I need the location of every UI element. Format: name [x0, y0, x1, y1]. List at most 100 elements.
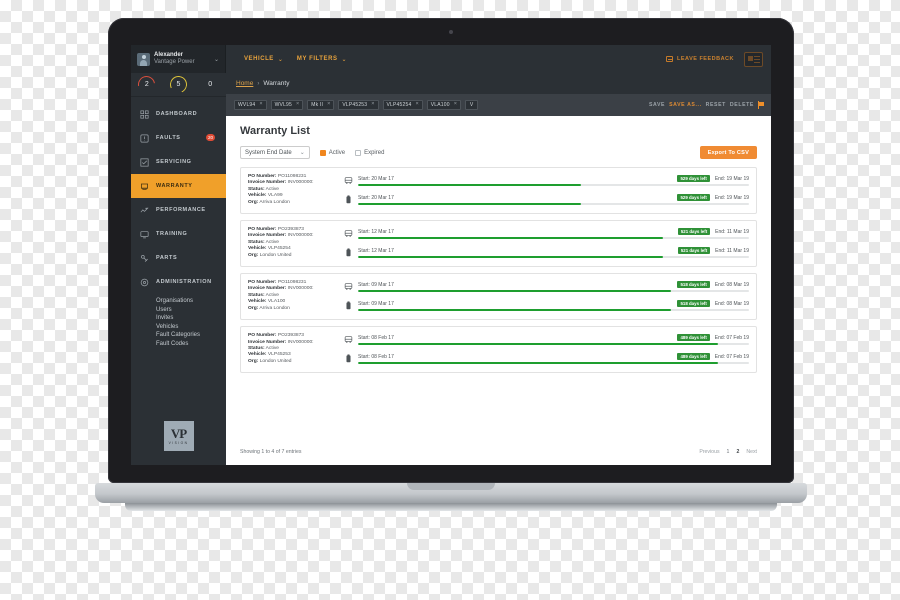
progress-body: Start: 09 Mar 17 518 days left End: 08 Mar…	[358, 300, 749, 312]
export-to-csv-button[interactable]: Export To CSV	[699, 146, 757, 159]
sidebar-subitem-fault-codes[interactable]: Fault Codes	[156, 340, 226, 349]
flag-icon[interactable]	[758, 101, 765, 109]
sort-select[interactable]: System End Date ⌄	[240, 146, 310, 159]
warranty-end-date: End: 08 Mar 19	[714, 300, 749, 307]
list-toolbar: System End Date ⌄ Active Expired Export …	[240, 146, 757, 159]
filter-expired-label: Expired	[364, 149, 385, 156]
days-left-badge: 518 days left	[677, 281, 710, 289]
progress-body: Start: 12 Mar 17 521 days left End: 11 Mar…	[358, 228, 749, 240]
sidebar-item-performance[interactable]: PERFORMANCE	[131, 198, 226, 222]
close-icon[interactable]: ×	[415, 102, 418, 108]
warranty-end-group: 521 days left End: 11 Mar 19	[677, 228, 749, 236]
filter-tag[interactable]: Mk II ×	[307, 100, 335, 110]
sidebar-item-dashboard[interactable]: DASHBOARD	[131, 102, 226, 126]
filter-tag[interactable]: VLA100 ×	[426, 100, 461, 110]
filter-tag-label: VLA100	[430, 102, 450, 108]
pagination-previous[interactable]: Previous	[699, 449, 719, 455]
chevron-down-icon: ⌄	[299, 150, 305, 156]
filter-tag-more[interactable]: V	[464, 100, 479, 110]
menu-my-filters[interactable]: MY FILTERS ⌄	[297, 56, 347, 63]
warranty-vehicle-label: Vehicle:	[248, 352, 267, 358]
sidebar-item-training[interactable]: TRAINING	[131, 222, 226, 246]
top-bar: Alexander Vantage Power ⌄ VEHICLE ⌄ MY F…	[131, 45, 771, 73]
warranty-vehicle-value: VLP45253	[267, 352, 291, 358]
sidebar-subitem-fault-categories[interactable]: Fault Categories	[156, 331, 226, 340]
progress-labels: Start: 09 Mar 17 518 days left End: 08 Mar…	[358, 281, 749, 289]
pagination-next[interactable]: Next	[746, 449, 757, 455]
sidebar-subitem-vehicles[interactable]: Vehicles	[156, 323, 226, 332]
close-icon[interactable]: ×	[454, 102, 457, 108]
warranty-organisation-label: Org:	[248, 252, 259, 258]
sidebar-item-faults[interactable]: FAULTS 20	[131, 126, 226, 150]
close-icon[interactable]: ×	[371, 102, 374, 108]
save-as-filter-button[interactable]: SAVE AS...	[669, 102, 702, 108]
pagination: Previous 1 2 Next	[699, 449, 757, 455]
progress-body: Start: 09 Mar 17 518 days left End: 08 Mar…	[358, 281, 749, 293]
warranty-vehicle-label: Vehicle:	[248, 193, 267, 199]
top-nav-menus: VEHICLE ⌄ MY FILTERS ⌄	[226, 45, 666, 73]
webcam	[449, 30, 453, 34]
laptop-mockup: Alexander Vantage Power ⌄ VEHICLE ⌄ MY F…	[95, 18, 807, 518]
sidebar-subitem-users[interactable]: Users	[156, 306, 226, 315]
sidebar-item-servicing[interactable]: SERVICING	[131, 150, 226, 174]
warranty-row[interactable]: PO Number: PO11098231 Invoice Number: INV…	[240, 167, 757, 215]
warranty-progress-line: Start: 20 Mar 17 529 days left End: 19 Mar…	[344, 194, 749, 206]
sidebar: 2 5 0 DASHBOARD FAULTS 20 SERVICING WARR…	[131, 72, 226, 465]
warranty-progress-line: Start: 12 Mar 17 521 days left End: 11 Mar…	[344, 228, 749, 240]
sidebar-subnav: Organisations Users Invites Vehicles Fau…	[131, 294, 226, 349]
warranty-invoice-number-label: Invoice Number:	[248, 233, 287, 239]
days-left-badge: 489 days left	[677, 334, 710, 342]
warranty-invoice-number-value: INV000000:	[287, 286, 314, 292]
progress-fill	[358, 361, 718, 365]
sidebar-item-parts[interactable]: PARTS	[131, 246, 226, 270]
reset-filter-button[interactable]: RESET	[706, 102, 726, 108]
filter-tag-label: Mk II	[311, 102, 324, 108]
close-icon[interactable]: ×	[327, 102, 330, 108]
filter-tag-bar: WVL94 × WVL95 × Mk II × VLP45253 × VLP45…	[226, 94, 771, 116]
main-column: Home › Warranty WVL94 × WVL95 × Mk II × …	[226, 73, 771, 465]
id-card-icon[interactable]	[744, 51, 763, 67]
menu-vehicle[interactable]: VEHICLE ⌄	[244, 56, 283, 63]
filter-tag[interactable]: WVL95 ×	[270, 100, 304, 110]
warranty-progress-line: Start: 09 Mar 17 518 days left End: 08 Mar…	[344, 300, 749, 312]
chevron-down-icon[interactable]: ⌄	[214, 56, 219, 63]
bus-icon	[344, 336, 353, 343]
filter-expired-checkbox[interactable]: Expired	[355, 149, 385, 156]
days-left-badge: 489 days left	[677, 353, 710, 361]
save-filter-button[interactable]: SAVE	[649, 102, 665, 108]
counter-warning[interactable]: 5	[167, 73, 190, 96]
pagination-page-2[interactable]: 2	[736, 449, 739, 455]
training-icon	[140, 230, 149, 238]
warranty-row-meta: PO Number: PO2393873 Invoice Number: INV0…	[248, 333, 336, 365]
sidebar-subitem-organisations[interactable]: Organisations	[156, 297, 226, 306]
counter-info[interactable]: 0	[202, 76, 219, 93]
user-menu[interactable]: Alexander Vantage Power ⌄	[131, 45, 226, 73]
filter-active-checkbox[interactable]: Active	[319, 149, 345, 156]
filter-tag[interactable]: WVL94 ×	[234, 100, 267, 110]
sidebar-subitem-invites[interactable]: Invites	[156, 314, 226, 323]
leave-feedback-button[interactable]: LEAVE FEEDBACK	[665, 56, 734, 62]
fault-icon	[140, 133, 149, 143]
pagination-page-1[interactable]: 1	[727, 449, 730, 455]
servicing-icon	[140, 157, 149, 167]
breadcrumb-home[interactable]: Home	[236, 80, 253, 87]
close-icon[interactable]: ×	[259, 102, 262, 108]
sidebar-item-administration[interactable]: ADMINISTRATION	[131, 270, 226, 294]
filter-tag-label: VLP45254	[386, 102, 412, 108]
filter-tag[interactable]: VLP45254 ×	[382, 100, 423, 110]
warranty-row[interactable]: PO Number: PO2393873 Invoice Number: INV0…	[240, 220, 757, 268]
delete-filter-button[interactable]: DELETE	[730, 102, 754, 108]
warranty-end-group: 521 days left End: 11 Mar 19	[677, 247, 749, 255]
breadcrumb-separator: ›	[257, 80, 260, 87]
warranty-organisation-value: London United	[259, 358, 292, 364]
warranty-row[interactable]: PO Number: PO2393873 Invoice Number: INV0…	[240, 326, 757, 374]
counter-critical[interactable]: 2	[134, 72, 159, 97]
filter-tag[interactable]: VLP45253 ×	[338, 100, 379, 110]
warranty-start-date: Start: 09 Mar 17	[358, 300, 394, 307]
close-icon[interactable]: ×	[296, 102, 299, 108]
sidebar-item-warranty[interactable]: WARRANTY	[131, 174, 226, 198]
warranty-row[interactable]: PO Number: PO11098231 Invoice Number: INV…	[240, 273, 757, 321]
laptop-screen: Alexander Vantage Power ⌄ VEHICLE ⌄ MY F…	[131, 45, 771, 465]
menu-my-filters-label: MY FILTERS	[296, 56, 338, 62]
warranty-organisation: Org: Arriva London	[248, 200, 336, 206]
